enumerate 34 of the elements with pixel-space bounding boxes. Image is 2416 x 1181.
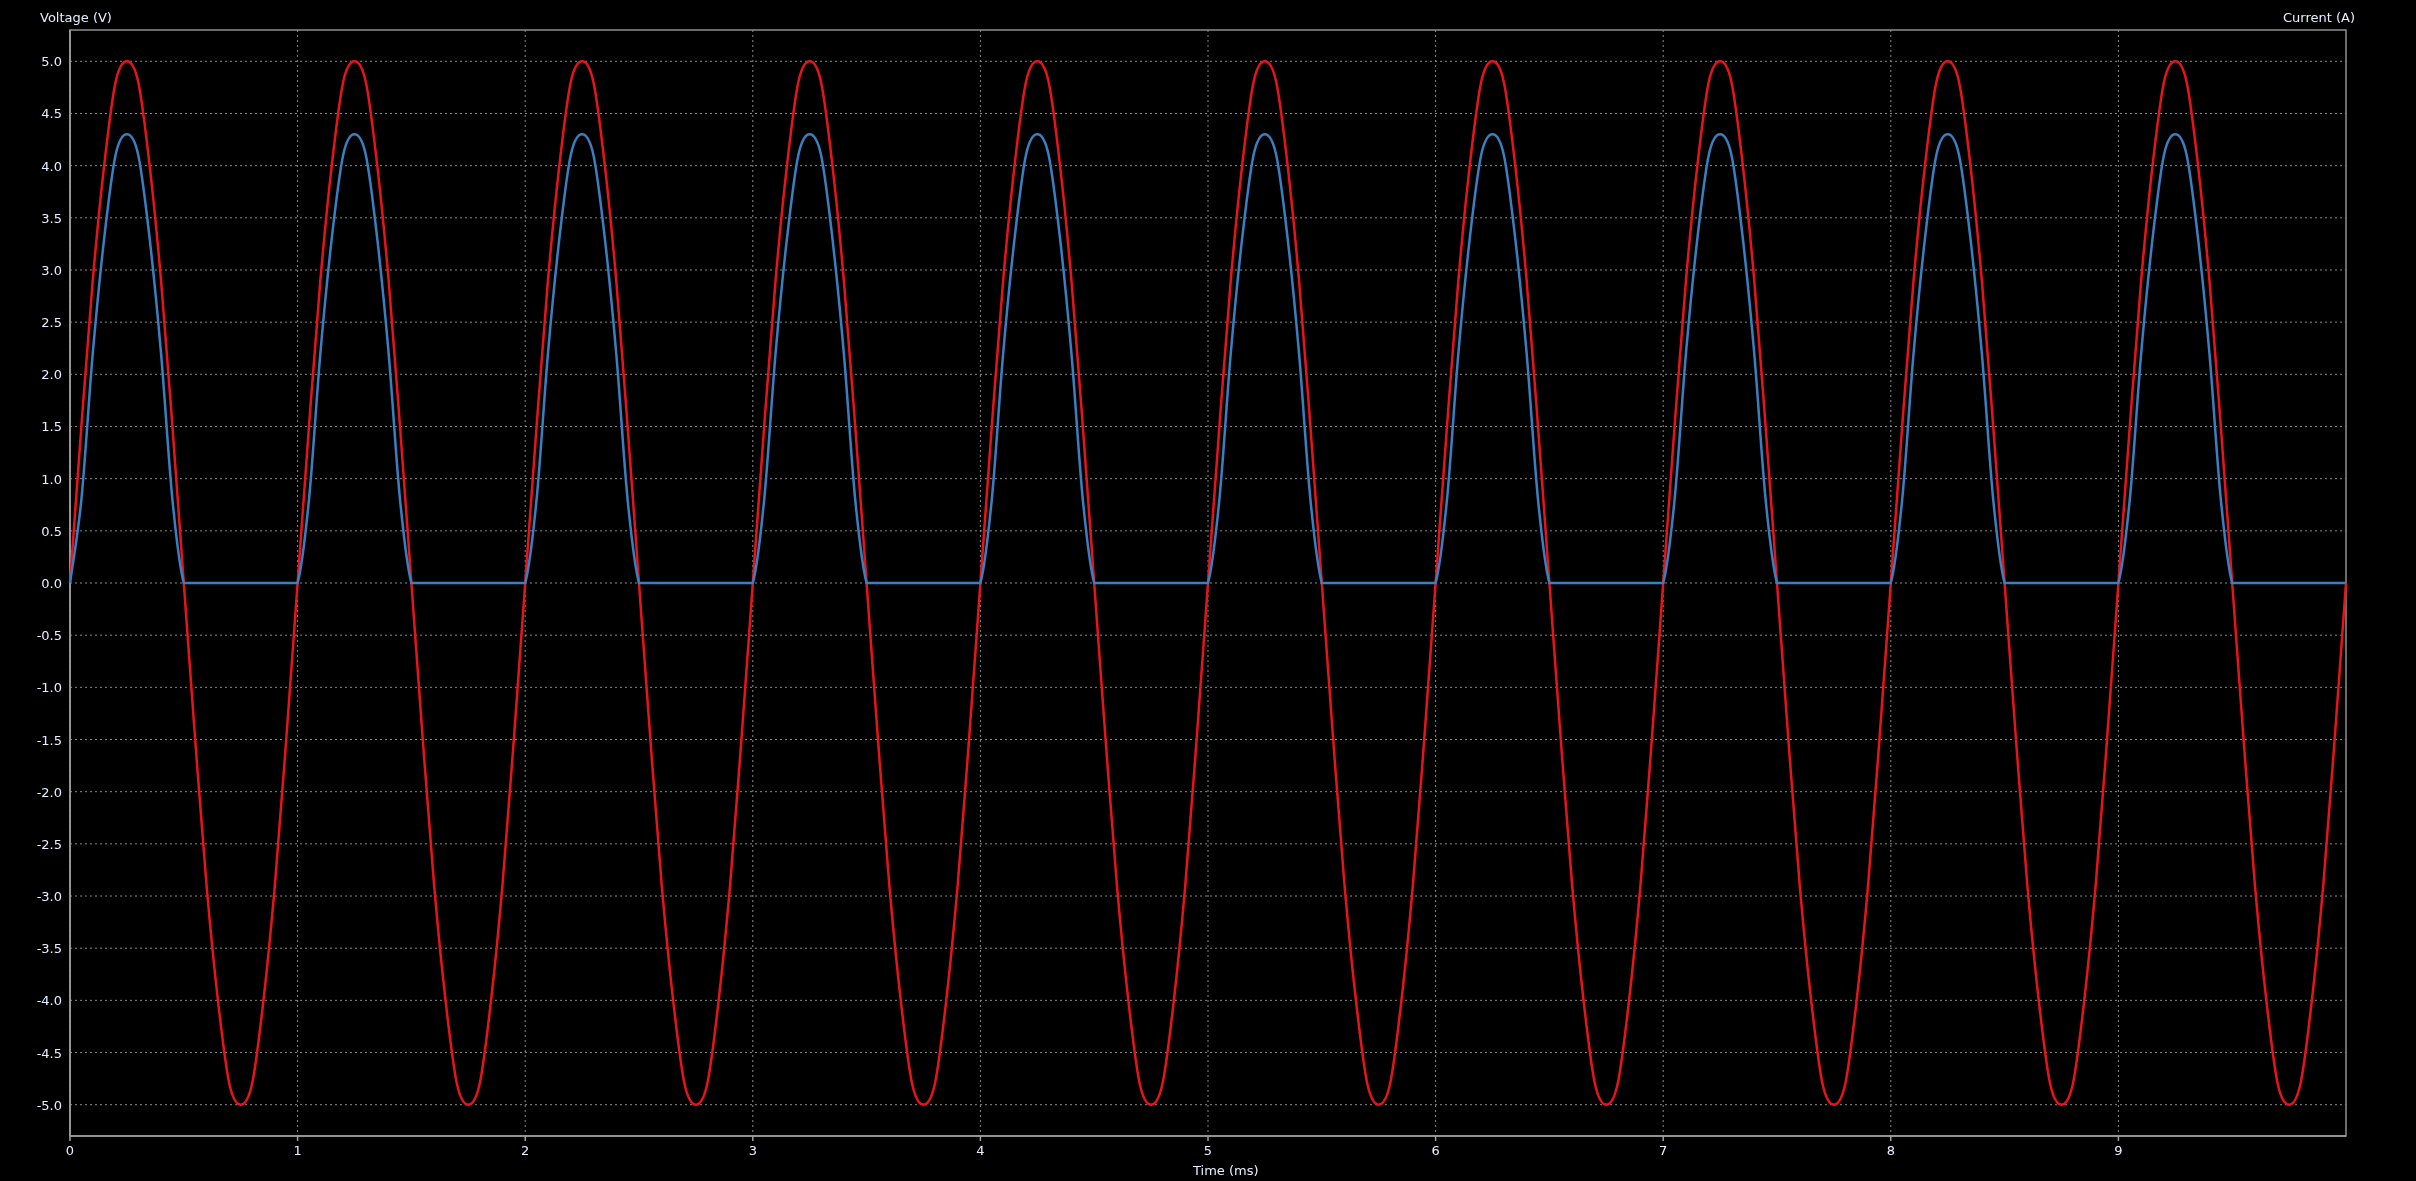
y-tick-label: -2.0 <box>36 784 62 800</box>
y-tick-label: 2.5 <box>41 315 62 331</box>
x-tick-label: 4 <box>976 1143 985 1158</box>
x-tick-label: 0 <box>65 1143 75 1158</box>
y-tick-label: 0.5 <box>41 523 62 539</box>
y-tick-label: 5.0 <box>41 54 62 70</box>
y-tick-label: 3.0 <box>41 263 62 278</box>
y-tick-label: -4.0 <box>36 993 62 1009</box>
secondary-y-axis-title: Current (A) <box>2283 10 2355 25</box>
y-tick-label: 2.0 <box>41 367 62 383</box>
y-tick-label: -1.0 <box>36 680 62 696</box>
y-tick-label: 3.5 <box>41 210 62 226</box>
y-tick-label: -3.0 <box>36 889 62 904</box>
x-tick-label: 5 <box>1203 1143 1213 1158</box>
y-tick-label: 4.0 <box>41 158 62 174</box>
x-tick-label: 3 <box>748 1143 757 1158</box>
x-tick-label: 6 <box>1431 1143 1440 1158</box>
x-tick-label: 1 <box>293 1143 302 1158</box>
y-tick-label: 4.5 <box>41 106 62 122</box>
y-tick-label: 0.0 <box>41 576 62 591</box>
y-tick-label: -4.5 <box>36 1045 62 1061</box>
y-tick-label: -2.5 <box>36 836 62 852</box>
y-tick-label: -1.5 <box>36 732 62 748</box>
x-axis-title: Time (ms) <box>1193 1163 1259 1178</box>
y-tick-label: 1.0 <box>41 471 62 487</box>
y-tick-label: -0.5 <box>36 628 62 644</box>
y-tick-label: 1.5 <box>41 419 62 435</box>
x-tick-label: 8 <box>1886 1143 1895 1158</box>
x-tick-label: 2 <box>521 1143 530 1158</box>
y-axis-title: Voltage (V) <box>40 10 112 25</box>
x-tick-label: 7 <box>1659 1143 1668 1158</box>
x-tick-label: 9 <box>2114 1143 2123 1158</box>
y-tick-label: -3.5 <box>36 941 62 957</box>
y-tick-label: -5.0 <box>36 1097 62 1113</box>
